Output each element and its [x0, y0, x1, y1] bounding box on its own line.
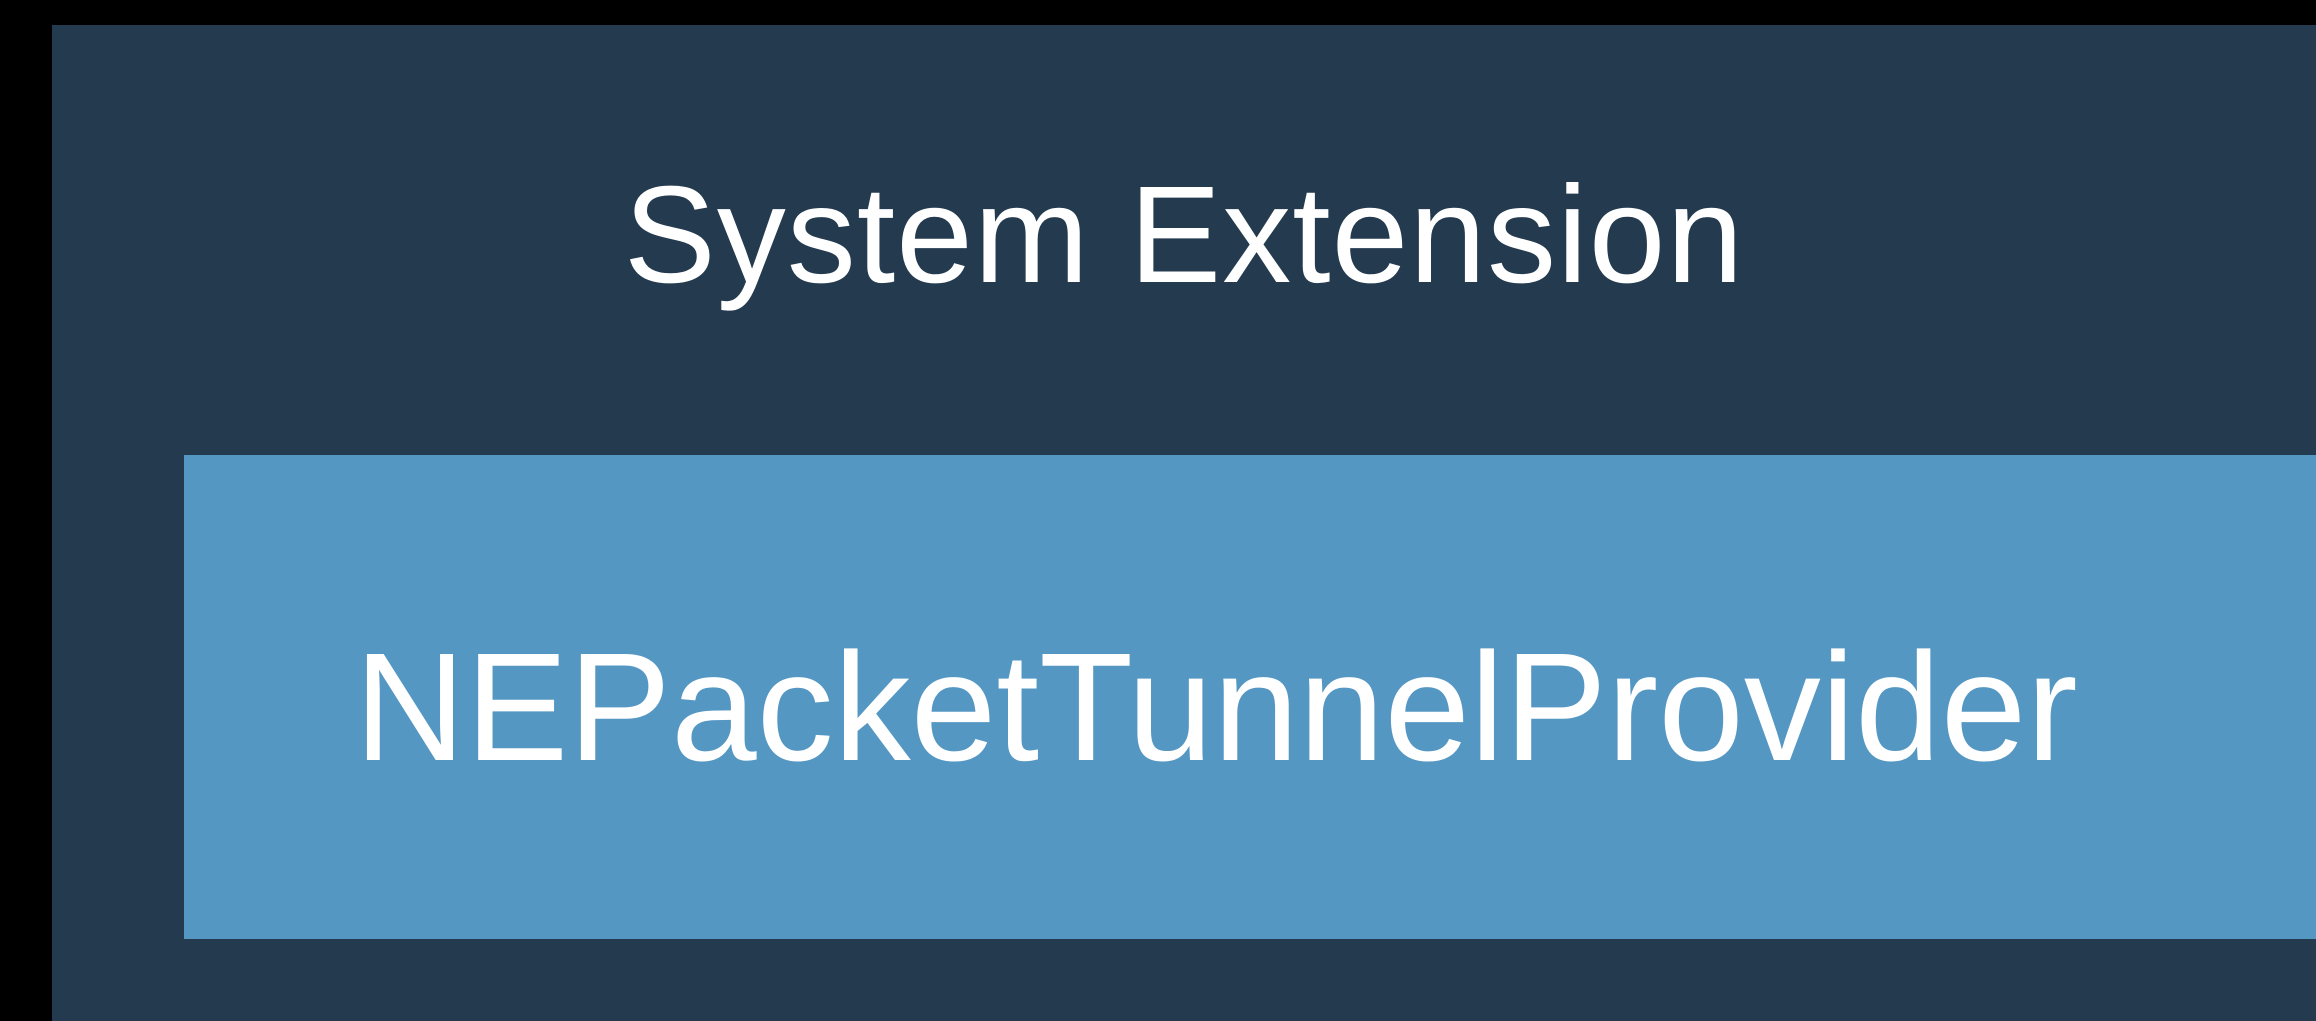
system-extension-label: System Extension — [623, 158, 1745, 312]
packet-tunnel-provider-label: NEPacketTunnelProvider — [354, 621, 2078, 793]
packet-tunnel-provider-box: NEPacketTunnelProvider — [184, 455, 2316, 939]
system-extension-box: System Extension NEPacketTunnelProvider — [52, 25, 2316, 1021]
